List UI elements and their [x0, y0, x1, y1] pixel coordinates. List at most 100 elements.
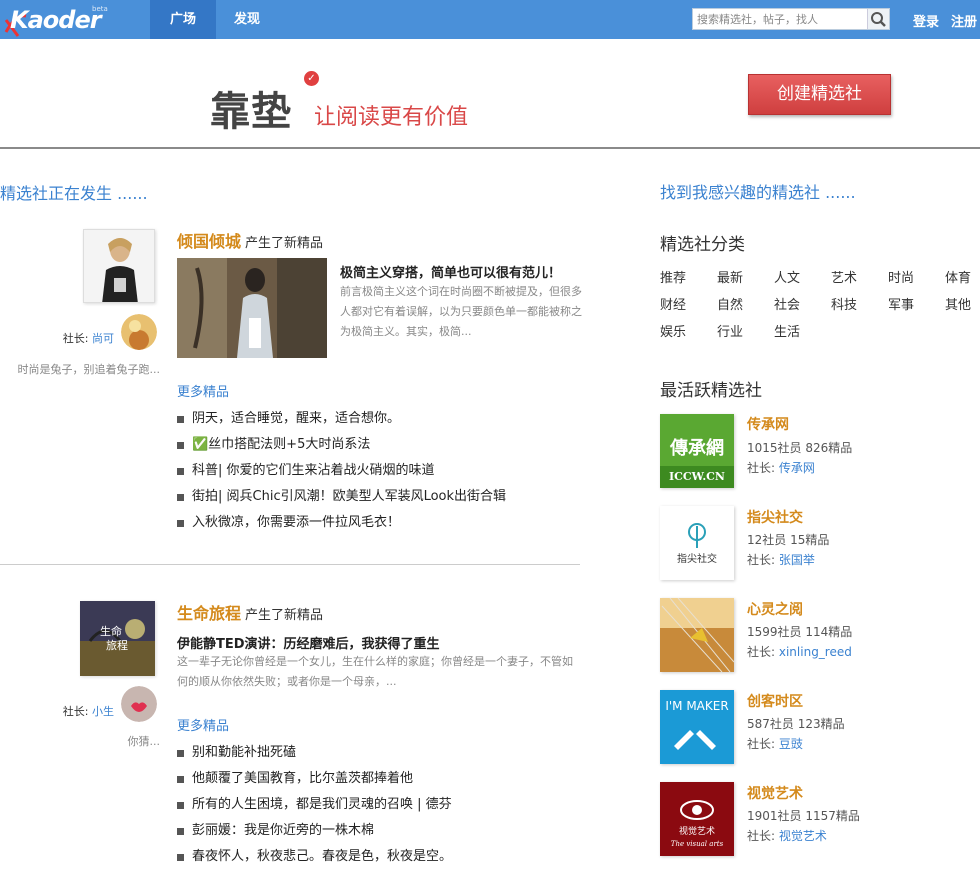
logo-beta-badge: beta	[92, 5, 108, 13]
article-thumbnail[interactable]	[177, 258, 327, 358]
tab-discover[interactable]: 发现	[216, 0, 278, 39]
kaoder-logo[interactable]: Kaoder beta	[4, 4, 108, 37]
club-name-link[interactable]: 倾国倾城	[177, 232, 241, 251]
category-link[interactable]: 科技	[831, 294, 857, 313]
category-link[interactable]: 时尚	[888, 267, 914, 286]
club-owner: 社长: xinling_reed	[747, 645, 852, 659]
more-posts-link[interactable]: 更多精品	[177, 715, 229, 734]
club-logo[interactable]	[660, 598, 734, 672]
tab-plaza[interactable]: 广场	[150, 0, 216, 39]
club-owner-link[interactable]: 视觉艺术	[779, 829, 827, 843]
active-clubs-heading: 最活跃精选社	[660, 381, 762, 401]
owner-link[interactable]: 尚可	[92, 332, 114, 345]
club-logo[interactable]: 指尖社交	[660, 506, 734, 580]
club-owner: 社长: 张国举	[747, 553, 815, 567]
search-icon	[871, 12, 886, 27]
register-link[interactable]: 注册	[951, 11, 977, 30]
article-title[interactable]: 极简主义穿搭，简单也可以很有范儿！	[340, 262, 561, 281]
post-item[interactable]: 别和勤能补拙死磕	[177, 740, 452, 766]
post-item[interactable]: 彭丽媛：我是你近旁的一株木棉	[177, 818, 452, 844]
owner-photo[interactable]	[83, 229, 155, 303]
feed-divider	[0, 564, 580, 565]
bullet-icon	[177, 416, 184, 423]
owner-photo-image	[84, 230, 154, 302]
owner-photo-image: 生命 旅程	[80, 601, 155, 676]
category-link[interactable]: 其他	[945, 294, 971, 313]
owner-avatar-image	[121, 686, 157, 722]
login-link[interactable]: 登录	[913, 11, 939, 30]
post-list: 别和勤能补拙死磕 他颠覆了美国教育，比尔盖茨都捧着他 所有的人生困境，都是我们灵…	[177, 740, 452, 870]
owner-photo[interactable]: 生命 旅程	[80, 601, 155, 676]
post-item[interactable]: 科普| 你爱的它们生来沾着战火硝烟的味道	[177, 458, 506, 484]
club-logo-image	[660, 598, 734, 672]
club-owner-link[interactable]: 传承网	[779, 461, 815, 475]
club-owner-link[interactable]: xinling_reed	[779, 645, 852, 659]
svg-text:旅程: 旅程	[106, 638, 128, 652]
club-logo[interactable]: I'M MAKER	[660, 690, 734, 764]
club-title[interactable]: 指尖社交	[747, 507, 803, 527]
bullet-icon	[177, 520, 184, 527]
category-link[interactable]: 生活	[774, 321, 800, 340]
club-name-link[interactable]: 生命旅程	[177, 604, 241, 623]
club-name-line: 生命旅程 产生了新精品	[177, 600, 323, 624]
club-stats: 587社员 123精品	[747, 717, 845, 731]
bullet-icon	[177, 468, 184, 475]
owner-prefix: 社长:	[62, 705, 89, 718]
bullet-icon	[177, 802, 184, 809]
club-title[interactable]: 创客时区	[747, 691, 803, 711]
top-nav-bar: Kaoder beta 广场 发现 登录 注册	[0, 0, 980, 39]
svg-text:视觉艺术: 视觉艺术	[679, 825, 715, 837]
club-logo-image: I'M MAKER	[660, 690, 734, 764]
feed-heading[interactable]: 精选社正在发生 ......	[0, 180, 148, 204]
create-club-button[interactable]: 创建精选社	[748, 74, 891, 115]
sidebar-heading[interactable]: 找到我感兴趣的精选社 ......	[660, 179, 856, 203]
post-item[interactable]: 阴天，适合睡觉，醒来，适合想你。	[177, 406, 506, 432]
club-action: 产生了新精品	[245, 236, 324, 251]
category-link[interactable]: 娱乐	[660, 321, 686, 340]
category-link[interactable]: 体育	[945, 267, 971, 286]
club-owner-link[interactable]: 张国举	[779, 553, 815, 567]
category-link[interactable]: 人文	[774, 267, 800, 286]
category-link[interactable]: 社会	[774, 294, 800, 313]
category-link[interactable]: 最新	[717, 267, 743, 286]
post-item[interactable]: 所有的人生困境，都是我们灵魂的召唤 | 德芬	[177, 792, 452, 818]
logo-text: Kaoder	[10, 6, 102, 34]
article-excerpt: 前言极简主义这个词在时尚圈不断被提及，但很多人都对它有着误解，以为只要颜色单一都…	[340, 285, 582, 338]
owner-avatar[interactable]	[121, 314, 157, 350]
club-owner: 社长: 视觉艺术	[747, 829, 827, 843]
club-owner: 社长: 豆豉	[747, 737, 803, 751]
owner-avatar[interactable]	[121, 686, 157, 722]
category-link[interactable]: 军事	[888, 294, 914, 313]
category-link[interactable]: 推荐	[660, 267, 686, 286]
more-posts-link[interactable]: 更多精品	[177, 381, 229, 400]
category-link[interactable]: 自然	[717, 294, 743, 313]
category-link[interactable]: 财经	[660, 294, 686, 313]
search-button[interactable]	[867, 9, 889, 29]
club-logo-image: 视觉艺术 The visual arts	[660, 782, 734, 856]
slogan-main: 靠垫	[210, 88, 292, 135]
owner-link[interactable]: 小生	[92, 705, 114, 718]
club-logo[interactable]: 傳承網 ICCW.CN	[660, 414, 734, 488]
category-link[interactable]: 艺术	[831, 267, 857, 286]
club-title[interactable]: 传承网	[747, 414, 789, 434]
search-input[interactable]	[693, 9, 867, 29]
post-item[interactable]: ✅丝巾搭配法则+5大时尚系法	[177, 432, 506, 458]
svg-text:I'M MAKER: I'M MAKER	[665, 699, 728, 713]
club-title[interactable]: 心灵之阅	[747, 599, 803, 619]
svg-text:The visual arts: The visual arts	[671, 840, 724, 848]
club-owner-link[interactable]: 豆豉	[779, 737, 803, 751]
bullet-icon	[177, 494, 184, 501]
svg-text:指尖社交: 指尖社交	[677, 552, 717, 565]
article-title[interactable]: 伊能静TED演讲：历经磨难后，我获得了重生	[177, 633, 440, 652]
club-logo[interactable]: 视觉艺术 The visual arts	[660, 782, 734, 856]
categories-heading: 精选社分类	[660, 235, 745, 255]
club-title[interactable]: 视觉艺术	[747, 783, 803, 803]
category-link[interactable]: 行业	[717, 321, 743, 340]
club-owner: 社长: 传承网	[747, 461, 815, 475]
owner-prefix: 社长:	[62, 332, 89, 345]
bullet-icon	[177, 442, 184, 449]
post-item[interactable]: 春夜怀人，秋夜悲己。春夜是色，秋夜是空。	[177, 844, 452, 870]
post-item[interactable]: 街拍| 阅兵Chic引风潮！欧美型人军装风Look出街合辑	[177, 484, 506, 510]
post-item[interactable]: 入秋微凉，你需要添一件拉风毛衣！	[177, 510, 506, 536]
post-item[interactable]: 他颠覆了美国教育，比尔盖茨都捧着他	[177, 766, 452, 792]
